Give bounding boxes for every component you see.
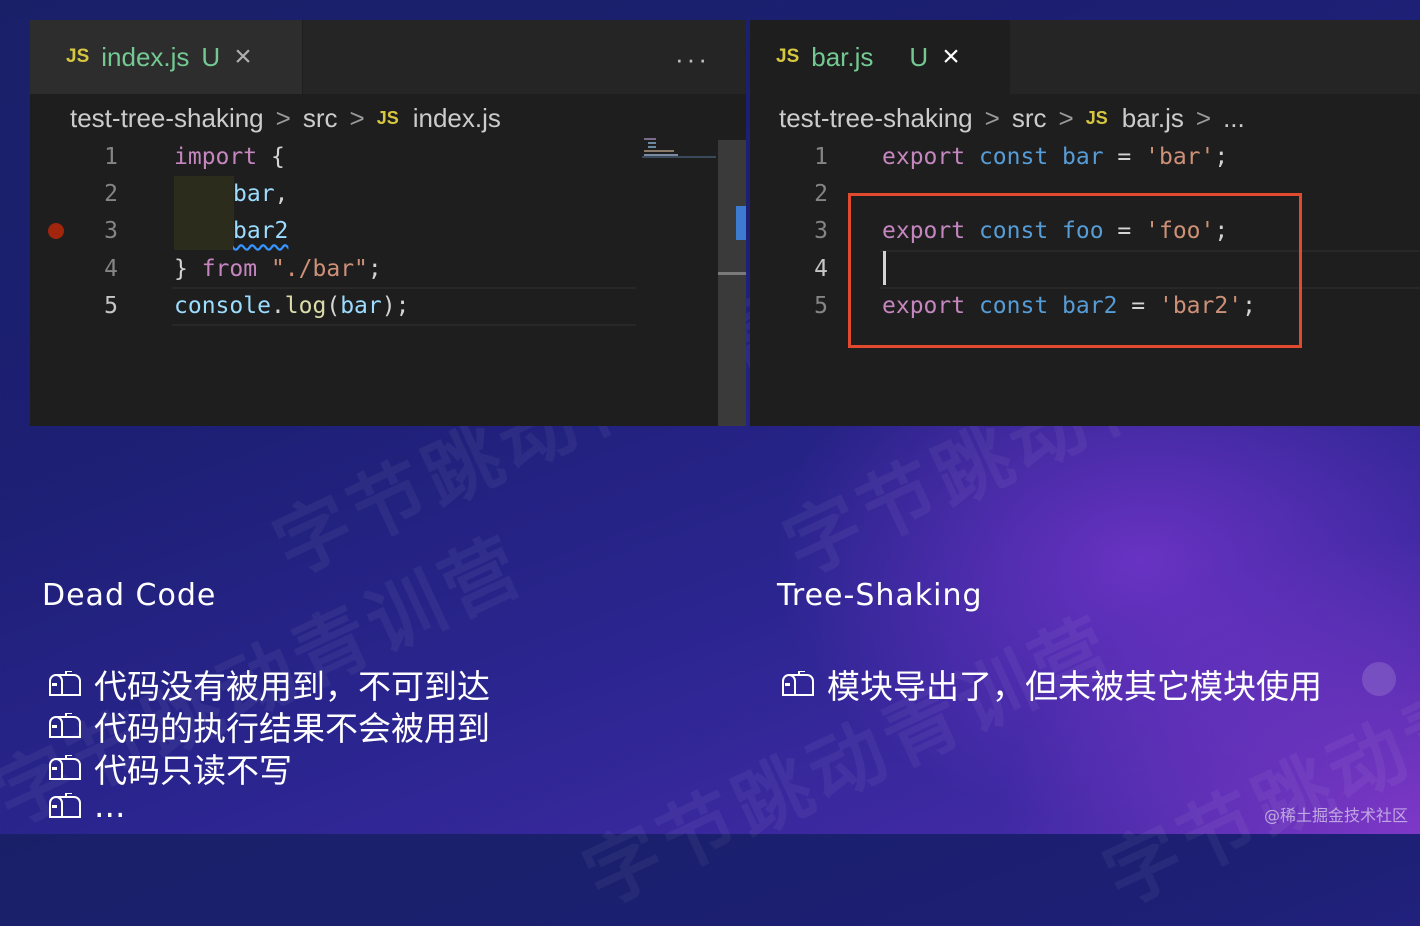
minimap[interactable] [642, 137, 716, 167]
tab-index-js[interactable]: JS index.js U × [30, 20, 303, 94]
watermark: 字节跳动青训营 [1090, 599, 1420, 923]
unused-exports-highlight [848, 193, 1302, 348]
tab-label: index.js [101, 41, 190, 72]
scrollbar-marker [736, 206, 746, 240]
mailbox-icon [782, 671, 814, 696]
code-line[interactable]: 4 } from "./bar"; [30, 250, 710, 287]
watermark: 字节跳动青训营 [570, 599, 1129, 923]
tab-modified-badge: U [201, 41, 221, 72]
line-number: 4 [104, 255, 118, 282]
tab-bar-js[interactable]: JS bar.js U × [750, 20, 1010, 94]
tab-label: bar.js [811, 41, 874, 72]
breadcrumb-subfolder[interactable]: src [303, 103, 338, 134]
mailbox-icon [49, 713, 81, 738]
chevron-right-icon: > [1058, 102, 1074, 133]
chevron-right-icon: > [349, 102, 365, 133]
mailbox-icon [49, 792, 81, 818]
code-line[interactable]: 1 import { [30, 138, 710, 175]
list-item: 代码的执行结果不会被用到 [46, 702, 490, 750]
list-item: 代码没有被用到，不可到达 [46, 660, 490, 708]
code-text: import { [174, 143, 285, 170]
code-text: } from "./bar"; [174, 255, 382, 282]
code-line[interactable]: 5 console.log(bar); [30, 287, 710, 324]
list-item: 模块导出了，但未被其它模块使用 [779, 660, 1322, 708]
line-number: 1 [104, 143, 118, 170]
dead-code-heading: Dead Code [42, 578, 217, 613]
line-number: 5 [104, 292, 118, 319]
list-item: 代码只读不写 [46, 744, 292, 792]
line-number: 3 [104, 217, 118, 244]
code-text: bar2 [233, 217, 289, 244]
chevron-right-icon: > [1195, 102, 1212, 133]
list-item: ... [46, 786, 125, 825]
tab-modified-badge: U [909, 41, 929, 72]
js-file-icon: JS [66, 46, 90, 67]
code-text: export const bar = 'bar'; [882, 143, 1229, 170]
breadcrumb-folder[interactable]: test-tree-shaking [70, 103, 264, 134]
js-file-icon: JS [776, 46, 800, 67]
line-number: 3 [814, 217, 828, 244]
line-number: 2 [104, 180, 118, 207]
line-number: 1 [814, 143, 828, 170]
code-text: bar, [233, 180, 289, 207]
breadcrumb-file[interactable]: index.js [413, 103, 501, 134]
mailbox-icon [49, 671, 81, 696]
decorative-dot [1362, 662, 1396, 696]
close-icon[interactable]: × [942, 42, 960, 72]
code-line[interactable]: 2 bar, [30, 175, 710, 212]
breadcrumb-file[interactable]: bar.js [1122, 103, 1184, 134]
tree-shaking-heading: Tree-Shaking [777, 578, 983, 613]
breakpoint-icon[interactable] [48, 223, 64, 239]
vertical-scrollbar[interactable] [718, 140, 746, 426]
chevron-right-icon: > [275, 102, 291, 133]
line-number: 2 [814, 180, 828, 207]
line-number: 5 [814, 292, 828, 319]
source-credit: @稀土掘金技术社区 [1263, 806, 1408, 825]
js-file-icon: JS [1085, 107, 1108, 128]
mailbox-icon [49, 755, 81, 780]
more-actions-icon[interactable]: ··· [675, 44, 710, 75]
breadcrumb-folder[interactable]: test-tree-shaking [779, 103, 973, 134]
breadcrumb: test-tree-shaking > src > JS index.js [70, 98, 501, 138]
breadcrumb-subfolder[interactable]: src [1012, 103, 1047, 134]
code-line[interactable]: 3 bar2 [30, 212, 710, 249]
scrollbar-thumb[interactable] [718, 272, 746, 275]
editor-index-js: JS index.js U × ··· test-tree-shaking > … [30, 20, 746, 426]
js-file-icon: JS [376, 107, 399, 128]
code-line[interactable]: 1 export const bar = 'bar'; [750, 138, 1420, 175]
breadcrumb: test-tree-shaking > src > JS bar.js > ..… [779, 98, 1245, 138]
line-number: 4 [814, 255, 828, 282]
close-icon[interactable]: × [234, 42, 252, 72]
chevron-right-icon: > [984, 102, 1000, 133]
code-text: console.log(bar); [174, 292, 410, 319]
breadcrumb-more[interactable]: ... [1223, 103, 1245, 134]
